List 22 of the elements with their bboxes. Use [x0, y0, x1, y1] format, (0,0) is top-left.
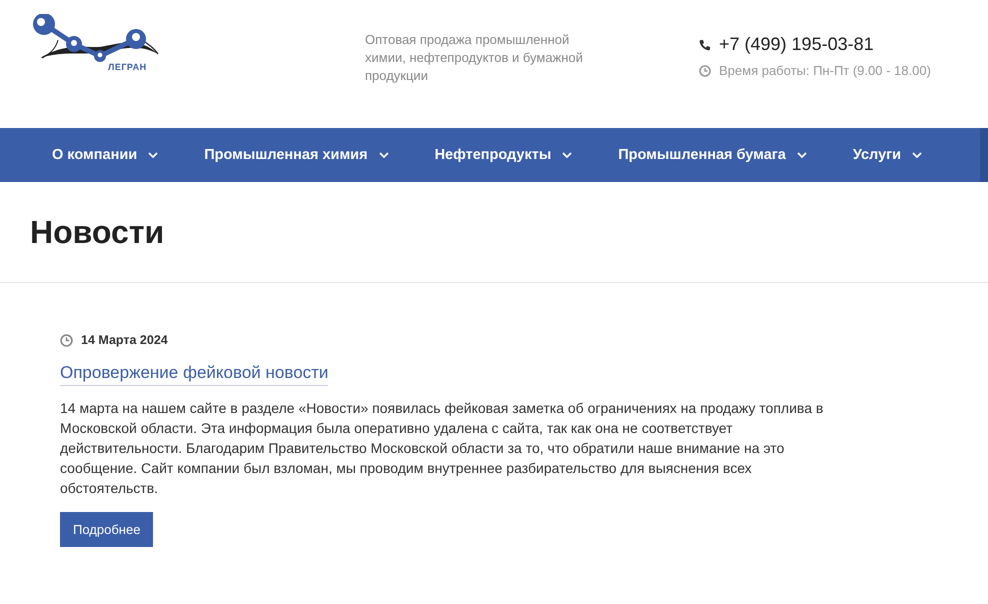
- caret-icon: [148, 152, 158, 158]
- page-title: Новости: [30, 214, 164, 250]
- nav-item[interactable]: Промышленная бумага: [618, 147, 807, 163]
- tagline: Оптовая продажа промышленной химии, нефтепродуктов и бумажной продукции: [365, 31, 584, 85]
- logo-text: ЛЕГРАН: [108, 62, 147, 72]
- clock-icon: [699, 64, 711, 76]
- working-hours: Время работы: Пн-Пт (9.00 - 18.00): [719, 63, 931, 78]
- more-button[interactable]: Подробнее: [60, 512, 154, 547]
- nav-item[interactable]: Промышленная химия: [204, 147, 389, 163]
- caret-icon: [562, 152, 572, 158]
- clock-icon: [60, 334, 73, 346]
- nav-item[interactable]: Услуги: [852, 147, 922, 163]
- phone-icon: [699, 38, 711, 50]
- nav-item[interactable]: Нефтепродукты: [434, 147, 572, 163]
- phone-number[interactable]: +7 (499) 195-03-81: [719, 34, 874, 55]
- news-date: 14 Марта 2024: [81, 333, 168, 347]
- nav-item[interactable]: О компании: [52, 147, 158, 163]
- news-title-link[interactable]: Опровержение фейковой новости: [60, 363, 328, 386]
- caret-icon: [912, 152, 922, 158]
- news-text: 14 марта на нашем сайте в разделе «Новости» появилась фейковая заметка об ограничениях на продажу топлива в Московской области. Эта информация была оперативно удалена с сайта, так как она не соответствует действительности. Благодарим Правительство Московской области за то, что обратили наше внимание на это сообщение. Сайт компании был взломан, мы проводим внутреннее разбирательство для выяснения всех обстоятельств.: [60, 399, 824, 498]
- caret-icon: [378, 152, 389, 158]
- caret-icon: [796, 152, 807, 158]
